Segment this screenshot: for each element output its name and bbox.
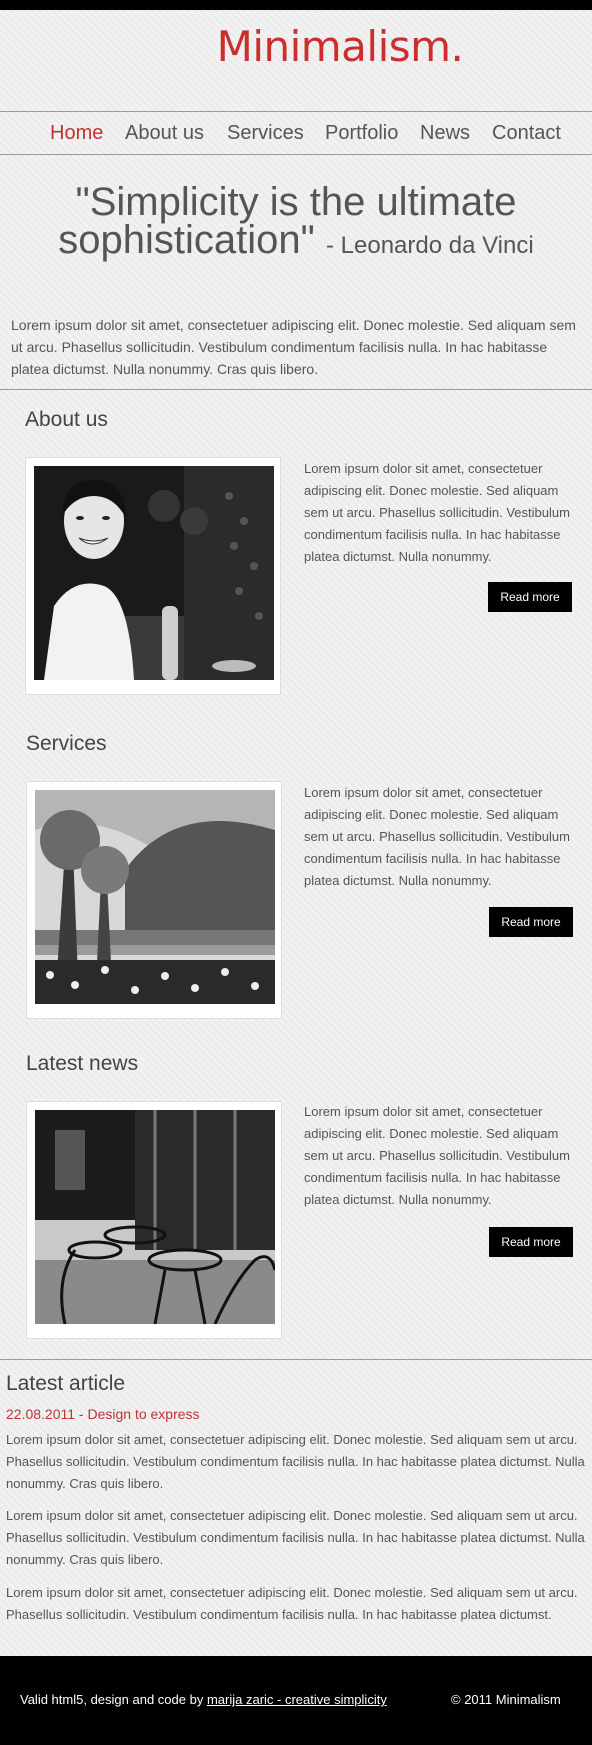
news-text: Lorem ipsum dolor sit amet, consectetuer… xyxy=(304,1104,570,1207)
article-date-link[interactable]: 22.08.2011 - Design to express xyxy=(6,1406,200,1422)
nav-services[interactable]: Services xyxy=(227,122,304,145)
services-read-more-button[interactable]: Read more xyxy=(489,907,573,937)
cafe-image xyxy=(35,1110,275,1324)
article-paragraph: Lorem ipsum dolor sit amet, consectetuer… xyxy=(6,1508,585,1567)
nav-news[interactable]: News xyxy=(420,122,470,145)
news-photo xyxy=(26,1101,282,1339)
article-section-title: Latest article xyxy=(6,1372,126,1395)
news-read-more-button[interactable]: Read more xyxy=(489,1227,573,1257)
nav-contact[interactable]: Contact xyxy=(492,122,561,145)
about-text: Lorem ipsum dolor sit amet, consectetuer… xyxy=(304,461,570,564)
nav-portfolio[interactable]: Portfolio xyxy=(325,122,398,145)
services-text: Lorem ipsum dolor sit amet, consectetuer… xyxy=(304,785,570,888)
divider xyxy=(0,389,592,390)
portrait-image xyxy=(34,466,274,680)
nav-about-us[interactable]: About us xyxy=(125,122,204,145)
footer-copyright: © 2011 Minimalism xyxy=(451,1692,561,1707)
nav-home[interactable]: Home xyxy=(50,122,103,145)
site-logo[interactable]: Minimalism. xyxy=(0,22,592,71)
about-read-more-button[interactable]: Read more xyxy=(488,582,572,612)
divider xyxy=(0,1359,592,1360)
main-nav: Home About us Services Portfolio News Co… xyxy=(0,111,592,155)
credit-link[interactable]: marija zaric - creative simplicity xyxy=(207,1692,387,1707)
intro-text: Lorem ipsum dolor sit amet, consectetuer… xyxy=(11,317,576,377)
footer: Valid html5, design and code by marija z… xyxy=(0,1656,592,1745)
hero-quote: "Simplicity is the ultimate sophisticati… xyxy=(0,182,592,265)
quote-author: - Leonardo da Vinci xyxy=(325,232,534,259)
article-paragraph: Lorem ipsum dolor sit amet, consectetuer… xyxy=(6,1585,578,1622)
top-bar xyxy=(0,0,592,10)
footer-credit: Valid html5, design and code by marija z… xyxy=(20,1692,387,1707)
park-image xyxy=(35,790,275,1004)
services-photo xyxy=(26,781,282,1019)
section-title-services: Services xyxy=(26,732,107,755)
section-title-about: About us xyxy=(25,408,108,431)
article-paragraph: Lorem ipsum dolor sit amet, consectetuer… xyxy=(6,1432,585,1491)
about-photo xyxy=(25,457,281,695)
section-title-news: Latest news xyxy=(26,1052,139,1075)
credit-text: Valid html5, design and code by xyxy=(20,1692,204,1707)
